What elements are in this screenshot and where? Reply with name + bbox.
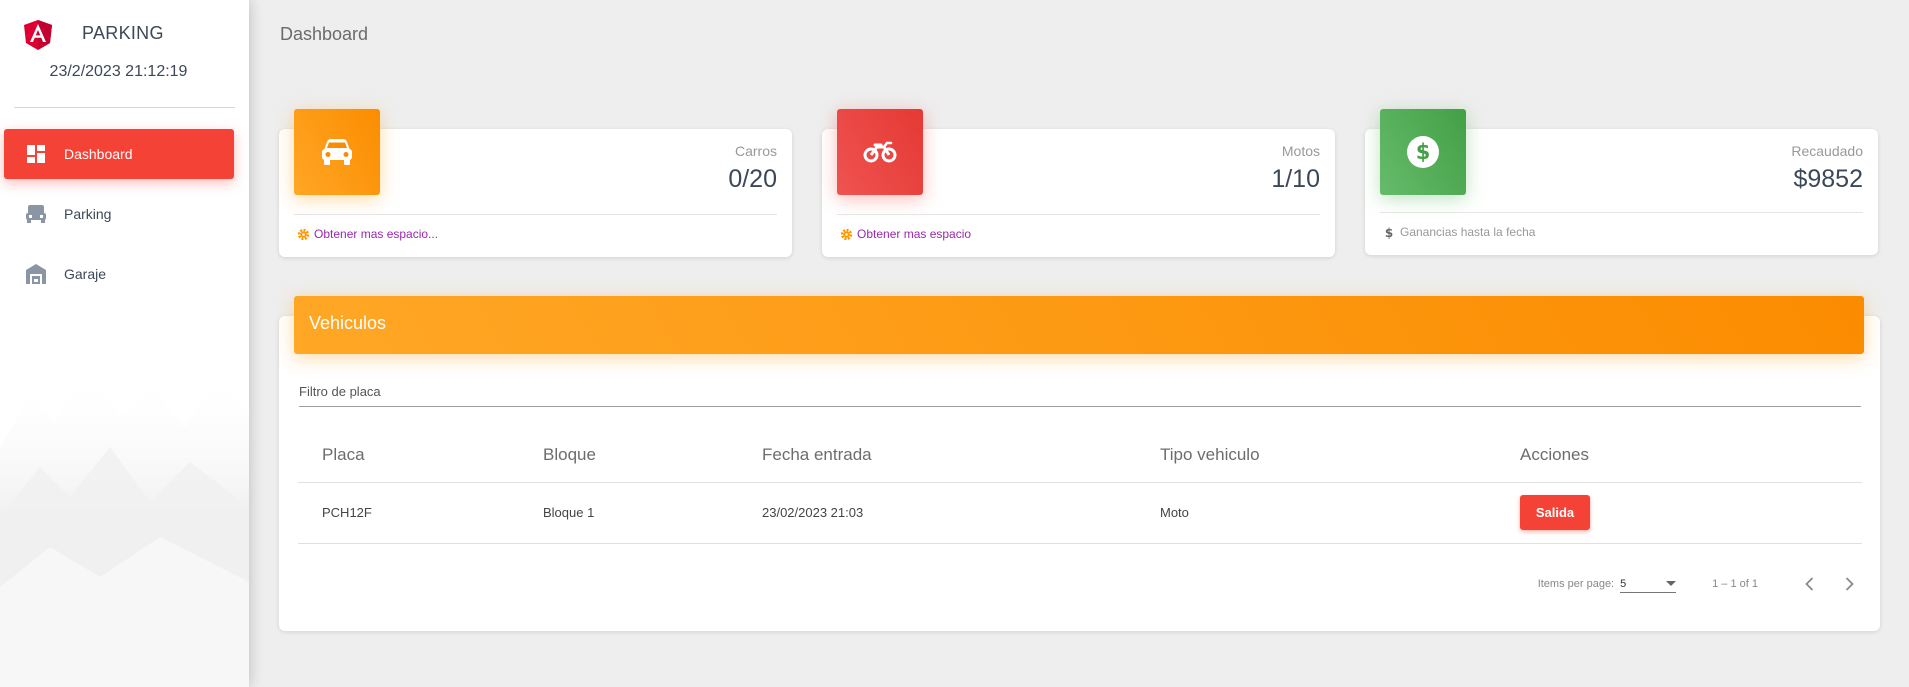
vehicles-card: Vehiculos Placa Bloque Fecha entrada Tip… bbox=[279, 296, 1880, 631]
stat-divider bbox=[294, 214, 777, 215]
sidebar-item-label: Parking bbox=[64, 206, 112, 222]
caret-down-icon bbox=[1666, 580, 1677, 586]
stat-icon-box: $ bbox=[1380, 109, 1466, 195]
app-title[interactable]: PARKING bbox=[82, 23, 164, 44]
salida-button[interactable]: Salida bbox=[1520, 495, 1590, 530]
stat-value: 0/20 bbox=[728, 165, 777, 193]
stat-footer: $ Ganancias hasta la fecha bbox=[1382, 225, 1536, 239]
plate-filter-input[interactable] bbox=[299, 381, 1861, 399]
stat-icon-box bbox=[294, 109, 380, 195]
dollar-icon: $ bbox=[1382, 225, 1396, 239]
sidebar-divider bbox=[14, 107, 235, 108]
dashboard-icon bbox=[24, 142, 48, 166]
dollar-circle-icon: $ bbox=[1407, 136, 1439, 168]
earnings-note: Ganancias hasta la fecha bbox=[1400, 225, 1536, 239]
car-icon bbox=[322, 139, 352, 165]
page-size-select[interactable]: 5 bbox=[1620, 575, 1677, 593]
stat-divider bbox=[1380, 212, 1863, 213]
vehicles-title: Vehiculos bbox=[309, 313, 387, 333]
table-row: PCH12F Bloque 1 23/02/2023 21:03 Moto Sa… bbox=[298, 482, 1862, 544]
get-more-space-link[interactable]: Obtener mas espacio... bbox=[314, 227, 438, 241]
sidebar-nav: Dashboard Parking Garaje bbox=[0, 129, 249, 299]
cell-fecha-entrada: 23/02/2023 21:03 bbox=[762, 482, 1160, 544]
svg-text:$: $ bbox=[1385, 226, 1393, 239]
stat-card-carros: Carros 0/20 Obtener mas espacio... bbox=[279, 109, 792, 257]
stat-icon-box bbox=[837, 109, 923, 195]
cell-bloque: Bloque 1 bbox=[543, 482, 762, 544]
page-range-label: 1 – 1 of 1 bbox=[1712, 578, 1758, 590]
current-datetime: 23/2/2023 21:12:19 bbox=[49, 63, 188, 80]
vehicles-table: Placa Bloque Fecha entrada Tipo vehiculo… bbox=[298, 428, 1862, 544]
sidebar-item-parking[interactable]: Parking bbox=[4, 189, 234, 239]
column-header-tipo-vehiculo[interactable]: Tipo vehiculo bbox=[1160, 428, 1520, 483]
stat-category: Carros bbox=[734, 143, 777, 159]
stat-card-motos: Motos 1/10 Obtener mas espacio bbox=[822, 109, 1335, 257]
next-page-button[interactable] bbox=[1838, 573, 1860, 595]
car-seat-icon bbox=[24, 202, 48, 226]
sidebar: PARKING 23/2/2023 21:12:19 Dashboard Par… bbox=[0, 0, 249, 687]
cell-tipo-vehiculo: Moto bbox=[1160, 482, 1520, 544]
sidebar-item-label: Garaje bbox=[64, 266, 107, 282]
column-header-acciones: Acciones bbox=[1520, 428, 1862, 483]
page-size-value: 5 bbox=[1620, 577, 1627, 590]
gear-icon bbox=[296, 227, 310, 241]
motorcycle-icon bbox=[863, 141, 897, 163]
previous-page-button[interactable] bbox=[1798, 573, 1820, 595]
stat-card-recaudado: $ Recaudado $9852 $ Ganancias hasta la f… bbox=[1365, 109, 1878, 255]
angular-logo-icon[interactable] bbox=[24, 20, 52, 50]
sidebar-brand: PARKING 23/2/2023 21:12:19 bbox=[0, 0, 249, 108]
cell-acciones: Salida bbox=[1520, 482, 1862, 544]
cell-placa: PCH12F bbox=[298, 482, 543, 544]
column-header-bloque[interactable]: Bloque bbox=[543, 428, 762, 483]
chevron-right-icon bbox=[1845, 577, 1854, 591]
stat-category: Motos bbox=[1281, 143, 1320, 159]
svg-text:$: $ bbox=[1416, 140, 1431, 164]
chevron-left-icon bbox=[1804, 577, 1813, 591]
column-header-fecha-entrada[interactable]: Fecha entrada bbox=[762, 428, 1160, 483]
get-more-space-link[interactable]: Obtener mas espacio bbox=[857, 227, 971, 241]
stat-divider bbox=[837, 214, 1320, 215]
sidebar-item-garaje[interactable]: Garaje bbox=[4, 249, 234, 299]
stat-category: Recaudado bbox=[1791, 143, 1863, 159]
table-header-row: Placa Bloque Fecha entrada Tipo vehiculo… bbox=[298, 428, 1862, 483]
stat-footer: Obtener mas espacio bbox=[839, 227, 971, 241]
stat-value: $9852 bbox=[1793, 165, 1863, 193]
stat-value: 1/10 bbox=[1271, 165, 1320, 193]
garage-icon bbox=[24, 262, 48, 286]
vehicles-card-header: Vehiculos bbox=[294, 296, 1864, 354]
sidebar-item-label: Dashboard bbox=[64, 146, 133, 162]
paginator: Items per page: 5 1 – 1 of 1 bbox=[1538, 573, 1860, 595]
column-header-placa[interactable]: Placa bbox=[298, 428, 543, 483]
sidebar-item-dashboard[interactable]: Dashboard bbox=[4, 129, 234, 179]
mountain-background-image bbox=[0, 367, 249, 687]
plate-filter bbox=[299, 381, 1861, 407]
gear-icon bbox=[839, 227, 853, 241]
stat-footer: Obtener mas espacio... bbox=[296, 227, 438, 241]
page-title[interactable]: Dashboard bbox=[280, 24, 368, 45]
items-per-page-label: Items per page: bbox=[1537, 578, 1615, 590]
